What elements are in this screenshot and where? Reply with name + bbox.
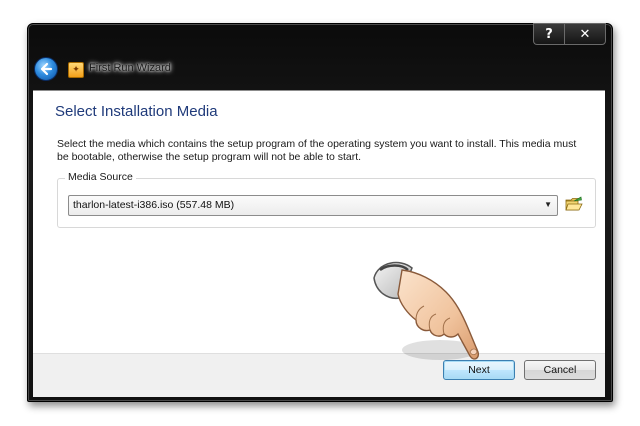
pointing-hand-icon [373,261,480,360]
cancel-button[interactable]: Cancel [524,360,596,380]
wizard-page: Select Installation Media Select the med… [33,90,605,353]
caption-buttons: ? ✕ [533,23,606,45]
button-bar: Next Cancel [33,353,605,397]
back-button[interactable] [34,57,58,81]
folder-open-icon [565,196,583,211]
wizard-icon: ✦ [68,62,84,78]
media-source-value: tharlon-latest-i386.iso (557.48 MB) [73,199,235,211]
media-source-group: Media Source tharlon-latest-i386.iso (55… [57,171,596,228]
media-source-label: Media Source [65,171,136,183]
help-button[interactable]: ? [533,23,564,45]
media-source-combobox[interactable]: tharlon-latest-i386.iso (557.48 MB) ▼ [68,195,558,216]
window-title: First Run Wizard [89,62,171,74]
chevron-down-icon[interactable]: ▼ [544,200,552,209]
description-line: be bootable, otherwise the setup program… [57,151,362,163]
wizard-window: ? ✕ ✦ First Run Wizard Select Installati… [27,23,613,402]
back-arrow-icon [40,62,53,76]
page-description: Select the media which contains the setu… [57,138,602,164]
description-line: Select the media which contains the setu… [57,138,577,150]
choose-media-button[interactable] [565,196,583,213]
page-title: Select Installation Media [55,103,218,120]
close-button[interactable]: ✕ [564,23,606,45]
